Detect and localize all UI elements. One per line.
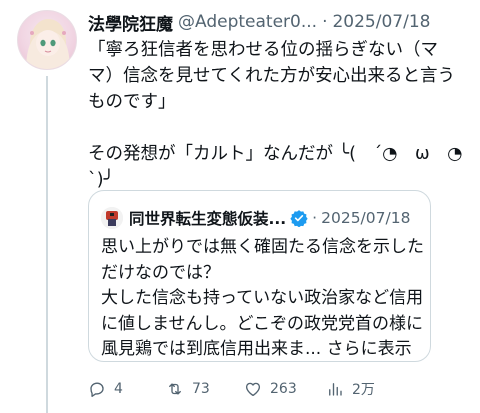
quoted-text-line: 風見鶏では到底信用出来ま... さらに表示 — [101, 337, 427, 363]
avatar-column — [0, 0, 84, 413]
post-header: 法學院狂魔 @Adepteater0... · 2025/07/18 — [88, 8, 480, 36]
thread-line — [46, 76, 48, 413]
display-name[interactable]: 法學院狂魔 — [88, 10, 173, 35]
views-count: 2万 — [352, 382, 375, 398]
post-text: 「寧ろ狂信者を思わせる位の揺らぎない（マ マ）信念を見せてくれた方が安心出来ると… — [88, 37, 478, 193]
post-date[interactable]: 2025/07/18 — [332, 12, 430, 32]
quoted-post[interactable]: 同世界転生変態仮装... · 2025/07/18 思い上がりでは無く確固たる信… — [88, 190, 431, 362]
like-icon — [245, 382, 261, 397]
post-text-line: 「寧ろ狂信者を思わせる位の揺らぎない（マ — [88, 40, 438, 60]
post-text-blank-line — [88, 115, 478, 141]
post-text-line: その発想が「カルト」なんだが ╰( ´◔ ω ◔ — [88, 144, 463, 164]
reply-count: 4 — [114, 381, 123, 397]
quoted-text-line: 大した信念も持っていない政治家など信用 — [101, 288, 424, 308]
post-text-line: マ）信念を見せてくれた方が安心出来ると言う — [88, 66, 455, 86]
quoted-avatar-image — [101, 207, 123, 229]
avatar[interactable] — [17, 10, 77, 70]
quoted-text-line-last: 風見鶏では到底信用出来ま... — [101, 339, 322, 359]
repost-icon — [169, 383, 181, 395]
like-button[interactable]: 263 — [244, 376, 297, 402]
separator-dot: · — [322, 12, 328, 32]
quoted-post-text: 思い上がりでは無く確固たる信念を示した だけなのでは？ 大した信念も持っていない… — [101, 235, 427, 363]
action-bar: 4 73 263 2万 — [88, 376, 480, 402]
quoted-text-line: だけなのでは？ — [101, 262, 220, 283]
quoted-avatar[interactable] — [101, 207, 123, 229]
post-text-line: ものです」 — [88, 92, 176, 112]
user-handle[interactable]: @Adepteater0... — [178, 12, 317, 32]
quoted-display-name[interactable]: 同世界転生変態仮装... — [129, 207, 286, 229]
quoted-post-date[interactable]: 2025/07/18 — [321, 209, 410, 227]
reply-button[interactable]: 4 — [88, 376, 123, 402]
quoted-text-line: 思い上がりでは無く確固たる信念を示した — [101, 237, 424, 257]
like-count: 263 — [270, 381, 297, 397]
views-icon — [329, 383, 342, 396]
repost-button[interactable]: 73 — [166, 376, 210, 402]
quoted-post-header: 同世界転生変態仮装... · 2025/07/18 — [101, 207, 410, 229]
avatar-image — [26, 19, 70, 69]
repost-count: 73 — [192, 381, 210, 397]
views-button[interactable]: 2万 — [326, 376, 375, 402]
reply-icon — [90, 382, 104, 397]
separator-dot: · — [312, 209, 318, 227]
show-more-link[interactable]: さらに表示 — [327, 339, 412, 359]
verified-badge-icon — [290, 209, 308, 227]
quoted-text-line: に値しませんし。どこぞの政党党首の様に — [101, 313, 423, 334]
